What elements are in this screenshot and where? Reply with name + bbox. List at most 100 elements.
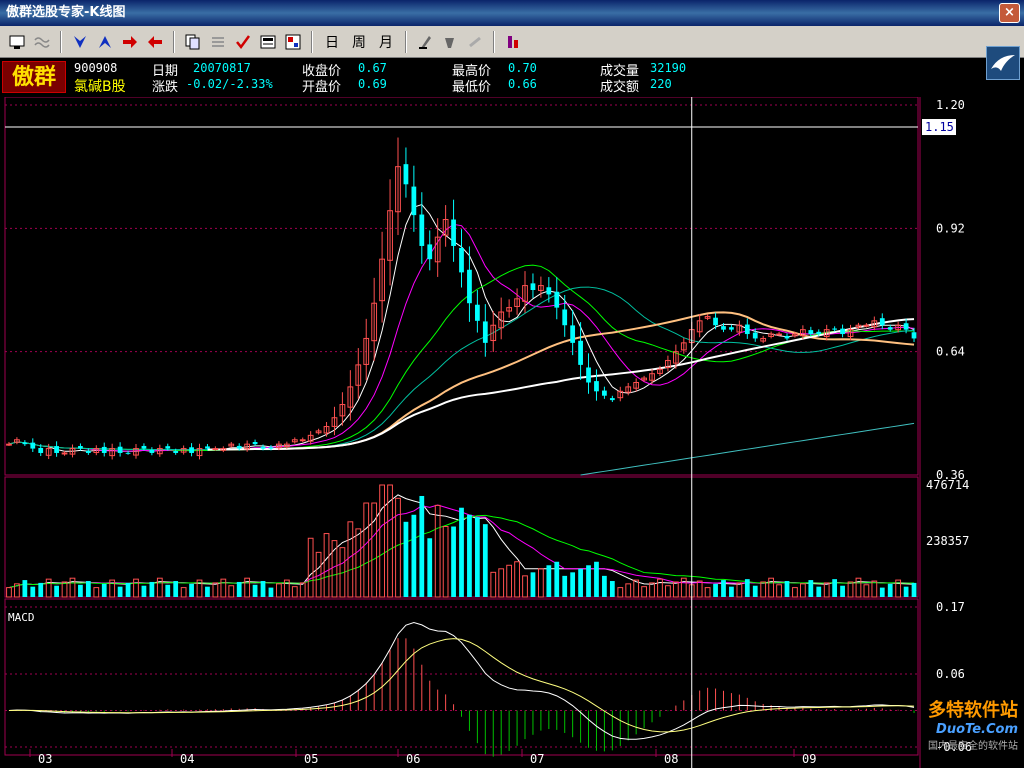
candle-body-up: [299, 439, 306, 442]
volume-bar-down: [474, 517, 480, 597]
volume-bar-down: [808, 580, 814, 597]
candle-body-down: [205, 446, 210, 449]
price-tick-label: 1.20: [936, 98, 965, 112]
arrow-down-blue-icon[interactable]: [69, 31, 91, 53]
volume-bar-down: [602, 575, 607, 597]
arrow-right-red-icon[interactable]: [119, 31, 141, 53]
copy-icon[interactable]: [182, 31, 204, 53]
volume-bar-down: [784, 581, 790, 597]
change-value: -0.02/-2.33%: [186, 77, 273, 91]
candle-body-down: [459, 247, 464, 273]
volume-bar-down: [85, 581, 91, 597]
volume-bar-up: [133, 578, 139, 598]
candle-body-down: [467, 269, 472, 304]
volume-bar-up: [276, 583, 282, 598]
candle-body-down: [530, 283, 536, 290]
candle-body-down: [744, 324, 750, 335]
calculator-icon[interactable]: [257, 31, 279, 53]
candle-body-down: [546, 287, 552, 295]
volume-bar-down: [721, 580, 726, 597]
volume-bar-up: [498, 568, 505, 598]
month-label: 04: [180, 752, 194, 766]
kline-chart[interactable]: 1.15 1.20 0.92 0.64 0.36 476714 238357 0.17 0.0…: [0, 97, 1024, 768]
volume-bar-up: [45, 578, 52, 598]
grid-icon[interactable]: [282, 31, 304, 53]
volume-bar-up: [863, 584, 870, 598]
window-title-bar: 傲群选股专家-K线图 ×: [0, 0, 1024, 26]
volume-tick-label: 238357: [926, 534, 969, 548]
volume-bar-up: [506, 564, 513, 598]
candle-body-down: [252, 442, 258, 445]
volume-bar-down: [419, 495, 425, 597]
ma30-line: [8, 286, 915, 451]
day-period-button[interactable]: 日: [320, 31, 344, 53]
arrow-left-red-icon[interactable]: [144, 31, 166, 53]
date-value: 20070817: [193, 61, 251, 75]
volume-bar-up: [379, 484, 385, 598]
volume-bar-down: [609, 581, 615, 597]
volume-bar-up: [625, 583, 632, 598]
volume-bar-up: [800, 583, 806, 598]
volume-bar-up: [6, 587, 12, 598]
candle-body-down: [808, 330, 814, 335]
volume-bar-up: [672, 581, 679, 598]
volume-bar-up: [93, 587, 100, 598]
close-price-value: 0.67: [358, 61, 387, 75]
week-period-button[interactable]: 周: [347, 31, 371, 53]
candle-body-down: [570, 325, 576, 343]
list-icon[interactable]: [207, 31, 229, 53]
chart-canvas[interactable]: 1.15 1.200.920.640.364767142383570.170.0…: [0, 97, 1024, 768]
candle-body-down: [474, 304, 480, 321]
pen-icon[interactable]: [414, 31, 436, 53]
macd-histogram: [16, 638, 915, 757]
candle-body-down: [173, 451, 179, 453]
volume-bar-up: [768, 577, 775, 598]
volume-bar-up: [823, 582, 830, 598]
candle-body-down: [427, 244, 433, 260]
wave-icon[interactable]: [31, 31, 53, 53]
volume-bar-down: [189, 583, 194, 597]
volume-bar-up: [792, 587, 798, 598]
volume-bar-down: [887, 583, 893, 597]
eraser-icon[interactable]: [439, 31, 461, 53]
candle-body-down: [22, 442, 28, 445]
volume-bar-down: [594, 561, 599, 597]
volume-bar-down: [832, 579, 838, 597]
chart-frame: [4, 97, 921, 768]
volume-bar-up: [490, 571, 497, 598]
volume-bar-up: [387, 484, 393, 598]
macd-lines: [8, 622, 915, 740]
macd-tick-label: 0.06: [936, 667, 965, 681]
candle-body-down: [482, 321, 488, 343]
month-period-button[interactable]: 月: [374, 31, 398, 53]
checkmark-icon[interactable]: [232, 31, 254, 53]
candle-body-down: [554, 291, 560, 308]
link-icon[interactable]: [464, 31, 486, 53]
toolbar-separator: [405, 30, 407, 53]
candle-body-down: [268, 447, 274, 449]
volume-bar-up: [696, 580, 703, 598]
volume-bar-down: [411, 514, 417, 597]
volume-bar-down: [205, 586, 210, 597]
candle-body-down: [562, 309, 568, 326]
volume-bar-down: [586, 565, 591, 597]
monitor-icon[interactable]: [6, 31, 28, 53]
volume-bar-down: [570, 572, 576, 597]
low-price-label: 最低价: [452, 80, 492, 95]
close-button[interactable]: ×: [999, 3, 1020, 23]
candle-body-down: [236, 445, 242, 449]
arrow-up-blue-icon[interactable]: [94, 31, 116, 53]
candle-body-down: [602, 390, 607, 396]
candle-body-up: [212, 448, 219, 451]
volume-bar-down: [530, 572, 536, 597]
candle-body-down: [78, 446, 83, 449]
app-logo: 傲群: [2, 61, 66, 93]
candle-body-down: [30, 442, 36, 449]
volume-bar-down: [38, 582, 44, 597]
candle-body-down: [887, 327, 893, 330]
indicator-icon[interactable]: [502, 31, 524, 53]
watermark-url: DuoTe.Com: [936, 722, 1018, 737]
volume-bar-down: [173, 581, 179, 597]
candle-body-down: [149, 449, 155, 453]
watermark-subtitle: 国内最安全的软件站: [928, 741, 1018, 752]
